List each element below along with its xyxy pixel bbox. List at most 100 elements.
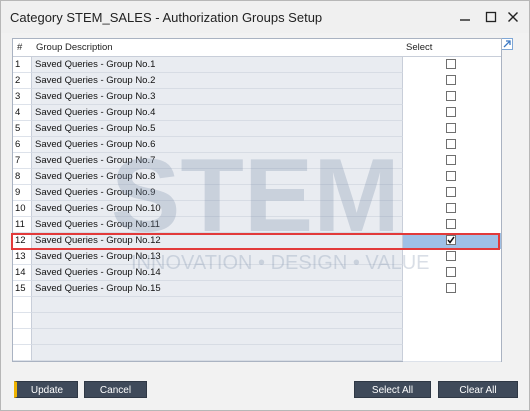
group-description-cell: Saved Queries - Group No.13 [32,249,403,265]
select-cell [403,169,501,186]
select-all-button[interactable]: Select All [354,381,431,398]
select-checkbox[interactable] [446,267,456,277]
select-checkbox[interactable] [446,107,456,117]
row-number: 10 [13,201,32,217]
group-description-cell: Saved Queries - Group No.12 [32,233,403,249]
row-number: 13 [13,249,32,265]
column-header-select[interactable]: Select [406,39,432,56]
table-row[interactable]: 9 Saved Queries - Group No.9 [13,185,501,202]
select-checkbox[interactable] [446,75,456,85]
select-cell [403,89,501,106]
select-checkbox[interactable] [446,139,456,149]
group-description-cell: Saved Queries - Group No.9 [32,185,403,201]
empty-cell [32,313,403,329]
select-cell [403,137,501,154]
group-description-cell: Saved Queries - Group No.15 [32,281,403,297]
table-row[interactable]: 10 Saved Queries - Group No.10 [13,201,501,218]
group-description-cell: Saved Queries - Group No.8 [32,169,403,185]
select-cell [403,105,501,122]
maximize-button[interactable] [481,7,501,27]
select-checkbox[interactable] [446,187,456,197]
empty-cell [403,329,501,346]
select-checkbox[interactable] [446,219,456,229]
table-row[interactable]: 4 Saved Queries - Group No.4 [13,105,501,122]
row-number: 6 [13,137,32,153]
empty-cell [403,345,501,362]
row-number: 11 [13,217,32,233]
group-description-cell: Saved Queries - Group No.5 [32,121,403,137]
expand-arrow-icon[interactable] [501,38,513,50]
table-row[interactable]: 13 Saved Queries - Group No.13 [13,249,501,266]
select-cell [403,201,501,218]
row-number: 12 [13,233,32,249]
select-cell [403,121,501,138]
row-number: 15 [13,281,32,297]
table-row[interactable]: 6 Saved Queries - Group No.6 [13,137,501,154]
maximize-icon [485,11,497,23]
select-cell [403,281,501,298]
column-header-group-description[interactable]: Group Description [36,39,113,56]
group-description-cell: Saved Queries - Group No.1 [32,57,403,73]
empty-cell [32,297,403,313]
empty-cell [403,313,501,330]
select-checkbox[interactable] [446,155,456,165]
table-row[interactable]: 11 Saved Queries - Group No.11 [13,217,501,234]
table-row[interactable]: 12 Saved Queries - Group No.12 [13,233,501,250]
select-cell [403,57,501,74]
authorization-groups-grid: # Group Description Select 1 Saved Querie… [12,38,502,362]
select-cell [403,217,501,234]
empty-cell [13,313,32,329]
window-title: Category STEM_SALES - Authorization Grou… [10,10,323,25]
group-description-cell: Saved Queries - Group No.10 [32,201,403,217]
row-number: 1 [13,57,32,73]
empty-cell [13,329,32,345]
update-button[interactable]: Update [14,381,78,398]
empty-cell [32,345,403,361]
title-bar[interactable]: Category STEM_SALES - Authorization Grou… [1,1,529,33]
row-number: 4 [13,105,32,121]
group-description-cell: Saved Queries - Group No.4 [32,105,403,121]
table-row[interactable]: 1 Saved Queries - Group No.1 [13,57,501,74]
select-checkbox[interactable] [446,251,456,261]
empty-table-row [13,297,501,314]
select-cell [403,233,501,250]
table-row[interactable]: 8 Saved Queries - Group No.8 [13,169,501,186]
row-number: 2 [13,73,32,89]
table-row[interactable]: 5 Saved Queries - Group No.5 [13,121,501,138]
table-row[interactable]: 15 Saved Queries - Group No.15 [13,281,501,298]
empty-cell [403,297,501,314]
select-checkbox[interactable] [446,91,456,101]
select-cell [403,73,501,90]
select-cell [403,249,501,266]
table-row[interactable]: 7 Saved Queries - Group No.7 [13,153,501,170]
group-description-cell: Saved Queries - Group No.3 [32,89,403,105]
column-header-number[interactable]: # [17,39,22,56]
minimize-button[interactable] [455,7,475,27]
clear-all-button[interactable]: Clear All [438,381,518,398]
select-checkbox[interactable] [446,123,456,133]
row-number: 7 [13,153,32,169]
table-row[interactable]: 2 Saved Queries - Group No.2 [13,73,501,90]
cancel-button[interactable]: Cancel [84,381,147,398]
select-cell [403,185,501,202]
grid-header: # Group Description Select [13,39,501,57]
select-checkbox[interactable] [446,283,456,293]
empty-cell [13,297,32,313]
empty-table-row [13,329,501,346]
table-row[interactable]: 3 Saved Queries - Group No.3 [13,89,501,106]
group-description-cell: Saved Queries - Group No.11 [32,217,403,233]
empty-cell [32,329,403,345]
group-description-cell: Saved Queries - Group No.7 [32,153,403,169]
checkmark-icon [447,236,455,244]
select-checkbox[interactable] [446,59,456,69]
close-icon [508,12,518,22]
empty-table-row [13,313,501,330]
select-checkbox[interactable] [446,171,456,181]
row-number: 8 [13,169,32,185]
select-checkbox-checked[interactable] [446,235,456,245]
table-row[interactable]: 14 Saved Queries - Group No.14 [13,265,501,282]
minimize-icon [460,19,470,21]
close-button[interactable] [503,7,523,27]
select-checkbox[interactable] [446,203,456,213]
empty-cell [13,345,32,361]
